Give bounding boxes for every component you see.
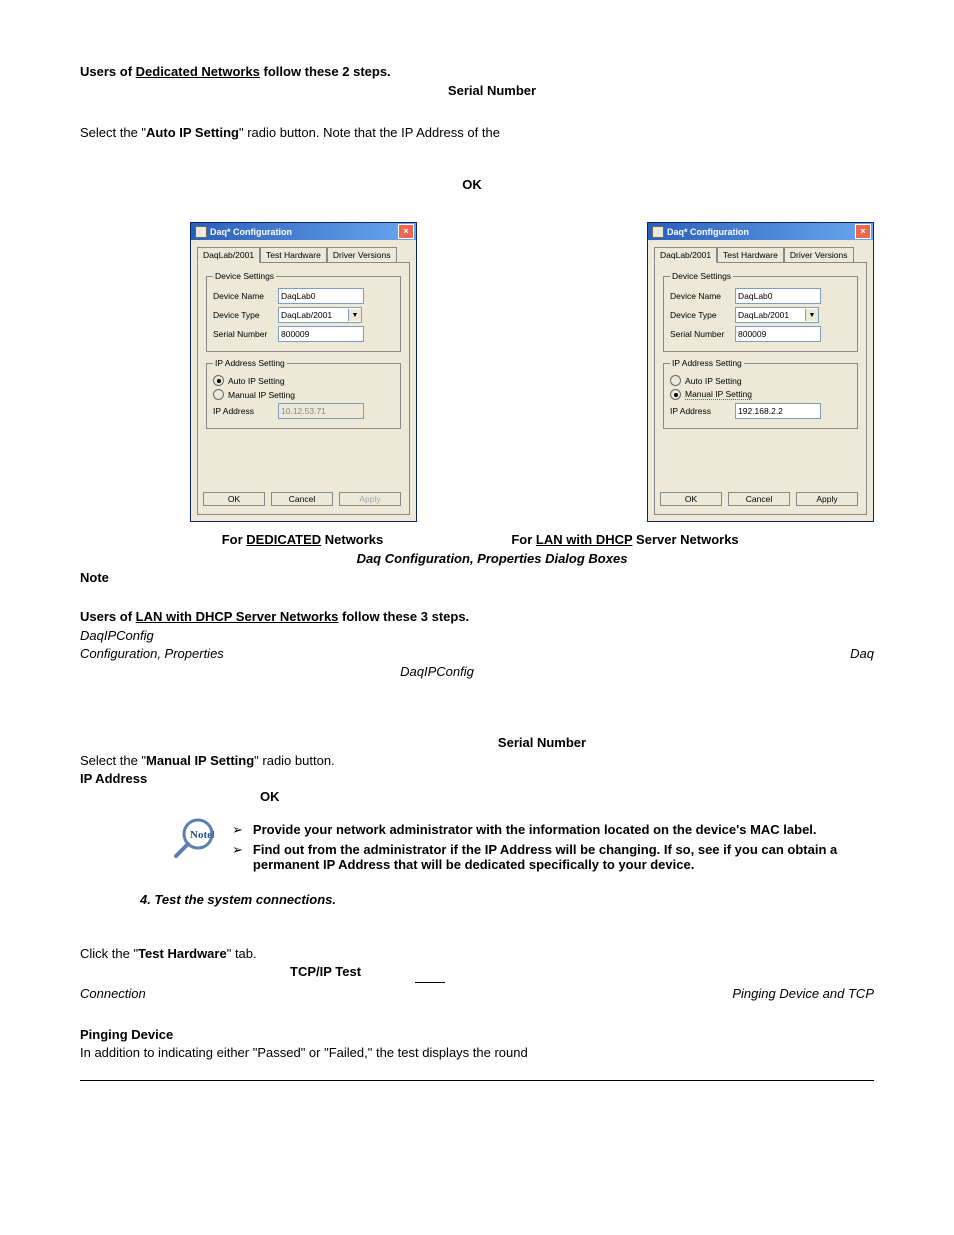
dialog-dedicated: Daq* Configuration × DaqLab/2001 Test Ha… <box>190 222 417 522</box>
passed-failed-line: In addition to indicating either "Passed… <box>80 1045 874 1060</box>
pinging-device-heading: Pinging Device <box>80 1027 874 1042</box>
titlebar: Daq* Configuration × <box>191 223 416 240</box>
caption-dedicated: For DEDICATED Networks <box>190 532 415 547</box>
dialog-lan-dhcp: Daq* Configuration × DaqLab/2001 Test Ha… <box>647 222 874 522</box>
svg-text:Note!: Note! <box>190 829 214 841</box>
ip-address-input[interactable]: 10.12.53.71 <box>278 403 364 419</box>
serial-number-heading: Serial Number <box>110 83 874 98</box>
caption-lan-dhcp: For LAN with DHCP Server Networks <box>475 532 775 547</box>
ok-heading: OK <box>70 177 874 192</box>
tab-body: Device Settings Device Name DaqLab0 Devi… <box>197 262 410 515</box>
device-settings-legend: Device Settings <box>213 271 276 281</box>
tab-daqlab[interactable]: DaqLab/2001 <box>197 247 260 263</box>
daqipconfig-line: DaqIPConfig <box>80 628 874 643</box>
device-type-label: Device Type <box>670 310 735 320</box>
close-icon[interactable]: × <box>398 224 414 239</box>
ip-address-heading: IP Address <box>80 771 874 786</box>
lan-dhcp-heading: Users of LAN with DHCP Server Networks f… <box>80 609 874 624</box>
ip-setting-group: IP Address Setting Auto IP Setting Manua… <box>663 358 858 429</box>
note-bullet-2: ➢ Find out from the administrator if the… <box>232 842 874 872</box>
apply-button[interactable]: Apply <box>339 492 401 506</box>
note-bullet-1: ➢ Provide your network administrator wit… <box>232 822 874 838</box>
ip-setting-legend: IP Address Setting <box>670 358 744 368</box>
auto-ip-radio[interactable]: Auto IP Setting <box>670 375 851 386</box>
select-manual-line: Select the "Manual IP Setting" radio but… <box>80 753 874 768</box>
ok2-heading: OK <box>260 789 874 804</box>
ip-setting-group: IP Address Setting Auto IP Setting Manua… <box>206 358 401 429</box>
cancel-button[interactable]: Cancel <box>271 492 333 506</box>
chevron-down-icon: ▼ <box>348 309 361 321</box>
app-icon <box>652 226 664 238</box>
device-type-select[interactable]: DaqLab/2001 ▼ <box>735 307 819 323</box>
manual-ip-radio[interactable]: Manual IP Setting <box>213 389 394 400</box>
footer-rule <box>80 1080 874 1081</box>
bullet-icon: ➢ <box>232 842 243 872</box>
serial-number2: Serial Number <box>210 735 874 750</box>
caption-row: For DEDICATED Networks For LAN with DHCP… <box>190 532 874 547</box>
window-title: Daq* Configuration <box>667 227 749 237</box>
ok-button[interactable]: OK <box>660 492 722 506</box>
ip-address-input[interactable]: 192.168.2.2 <box>735 403 821 419</box>
bullet-icon: ➢ <box>232 822 243 838</box>
device-name-input[interactable]: DaqLab0 <box>278 288 364 304</box>
close-icon[interactable]: × <box>855 224 871 239</box>
config-props-line: Configuration, Properties <box>80 646 874 661</box>
dedicated-networks-heading: Users of Dedicated Networks follow these… <box>80 64 874 79</box>
tcpip-test-heading: TCP/IP Test <box>290 964 874 979</box>
device-settings-group: Device Settings Device Name DaqLab0 Devi… <box>663 271 858 352</box>
auto-ip-radio[interactable]: Auto IP Setting <box>213 375 394 386</box>
device-name-label: Device Name <box>670 291 735 301</box>
tabs: DaqLab/2001 Test Hardware Driver Version… <box>648 240 873 262</box>
serial-number-label: Serial Number <box>670 329 735 339</box>
device-type-select[interactable]: DaqLab/2001 ▼ <box>278 307 362 323</box>
tab-test-hardware[interactable]: Test Hardware <box>260 247 327 263</box>
note-block: Note! ➢ Provide your network administrat… <box>170 818 874 876</box>
note-label: Note <box>80 570 874 585</box>
radio-icon <box>670 389 681 400</box>
serial-number-input[interactable]: 800009 <box>278 326 364 342</box>
window-title: Daq* Configuration <box>210 227 292 237</box>
device-settings-legend: Device Settings <box>670 271 733 281</box>
underline-rule <box>415 982 445 983</box>
select-auto-line: Select the "Auto IP Setting" radio butto… <box>80 125 874 140</box>
manual-ip-radio[interactable]: Manual IP Setting <box>670 389 851 400</box>
dialogs-row: Daq* Configuration × DaqLab/2001 Test Ha… <box>190 222 874 522</box>
device-name-input[interactable]: DaqLab0 <box>735 288 821 304</box>
tabs: DaqLab/2001 Test Hardware Driver Version… <box>191 240 416 262</box>
serial-number-label: Serial Number <box>213 329 278 339</box>
app-icon <box>195 226 207 238</box>
note-icon: Note! <box>170 818 214 862</box>
ip-setting-legend: IP Address Setting <box>213 358 287 368</box>
ip-address-label: IP Address <box>670 406 735 416</box>
tab-driver-versions[interactable]: Driver Versions <box>327 247 397 263</box>
radio-icon <box>213 375 224 386</box>
radio-icon <box>670 375 681 386</box>
cancel-button[interactable]: Cancel <box>728 492 790 506</box>
titlebar: Daq* Configuration × <box>648 223 873 240</box>
apply-button[interactable]: Apply <box>796 492 858 506</box>
chevron-down-icon: ▼ <box>805 309 818 321</box>
tab-driver-versions[interactable]: Driver Versions <box>784 247 854 263</box>
tab-daqlab[interactable]: DaqLab/2001 <box>654 247 717 263</box>
ip-address-label: IP Address <box>213 406 278 416</box>
radio-icon <box>213 389 224 400</box>
ok-button[interactable]: OK <box>203 492 265 506</box>
device-settings-group: Device Settings Device Name DaqLab0 Devi… <box>206 271 401 352</box>
figure-caption: Daq Configuration, Properties Dialog Box… <box>110 551 874 566</box>
tab-test-hardware[interactable]: Test Hardware <box>717 247 784 263</box>
click-test-hw-line: Click the "Test Hardware" tab. <box>80 946 874 961</box>
tab-body: Device Settings Device Name DaqLab0 Devi… <box>654 262 867 515</box>
device-type-label: Device Type <box>213 310 278 320</box>
serial-number-input[interactable]: 800009 <box>735 326 821 342</box>
device-name-label: Device Name <box>213 291 278 301</box>
step4-heading: 4. Test the system connections. <box>140 892 874 907</box>
daqipconfig2-line: DaqIPConfig <box>0 664 874 679</box>
